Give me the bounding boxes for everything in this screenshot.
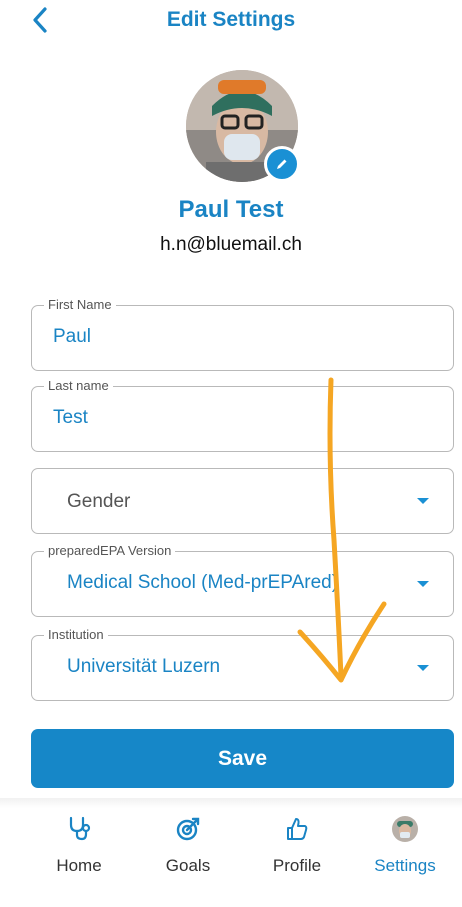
version-label: preparedEPA Version bbox=[44, 543, 176, 558]
last-name-field[interactable]: Last name Test bbox=[31, 378, 454, 452]
version-value: Medical School (Med-prEPAred) bbox=[67, 572, 339, 593]
thumbs-up-icon bbox=[287, 818, 308, 840]
chevron-down-icon bbox=[417, 581, 429, 587]
save-button[interactable]: Save bbox=[31, 729, 454, 788]
gender-placeholder: Gender bbox=[67, 491, 131, 512]
nav-profile-label: Profile bbox=[272, 856, 322, 875]
nav-item-settings[interactable]: Settings bbox=[360, 812, 450, 876]
user-email: h.n@bluemail.ch bbox=[160, 234, 302, 255]
first-name-field[interactable]: First Name Paul bbox=[31, 297, 454, 371]
institution-label: Institution bbox=[44, 627, 108, 642]
nav-divider bbox=[0, 798, 462, 808]
edit-avatar-button[interactable] bbox=[264, 146, 300, 182]
chevron-down-icon bbox=[417, 665, 429, 671]
last-name-label: Last name bbox=[44, 378, 113, 393]
nav-goals-label: Goals bbox=[165, 856, 211, 875]
avatar-icon bbox=[392, 816, 418, 842]
nav-item-home[interactable]: Home bbox=[34, 812, 124, 876]
first-name-label: First Name bbox=[44, 297, 116, 312]
bottom-nav: Home Goals Profile Settings bbox=[0, 812, 462, 882]
first-name-value: Paul bbox=[53, 326, 92, 347]
pencil-icon bbox=[277, 159, 287, 169]
avatar-container[interactable] bbox=[186, 70, 300, 182]
target-icon bbox=[176, 817, 200, 841]
nav-item-profile[interactable]: Profile bbox=[252, 812, 342, 876]
last-name-value: Test bbox=[53, 407, 88, 428]
user-name: Paul Test bbox=[178, 196, 284, 223]
chevron-down-icon bbox=[417, 498, 429, 504]
edit-settings-screen: Edit Settings Paul Test h.n@bluemail.ch bbox=[0, 0, 462, 907]
institution-select[interactable]: Institution Universität Luzern bbox=[31, 627, 454, 701]
institution-value: Universität Luzern bbox=[67, 656, 221, 677]
page-title: Edit Settings bbox=[166, 8, 296, 31]
stethoscope-icon bbox=[69, 816, 91, 841]
gender-select[interactable]: Gender bbox=[31, 468, 454, 534]
nav-settings-label: Settings bbox=[374, 856, 436, 875]
nav-item-goals[interactable]: Goals bbox=[143, 812, 233, 876]
nav-home-label: Home bbox=[56, 856, 102, 875]
version-select[interactable]: preparedEPA Version Medical School (Med-… bbox=[31, 543, 454, 617]
